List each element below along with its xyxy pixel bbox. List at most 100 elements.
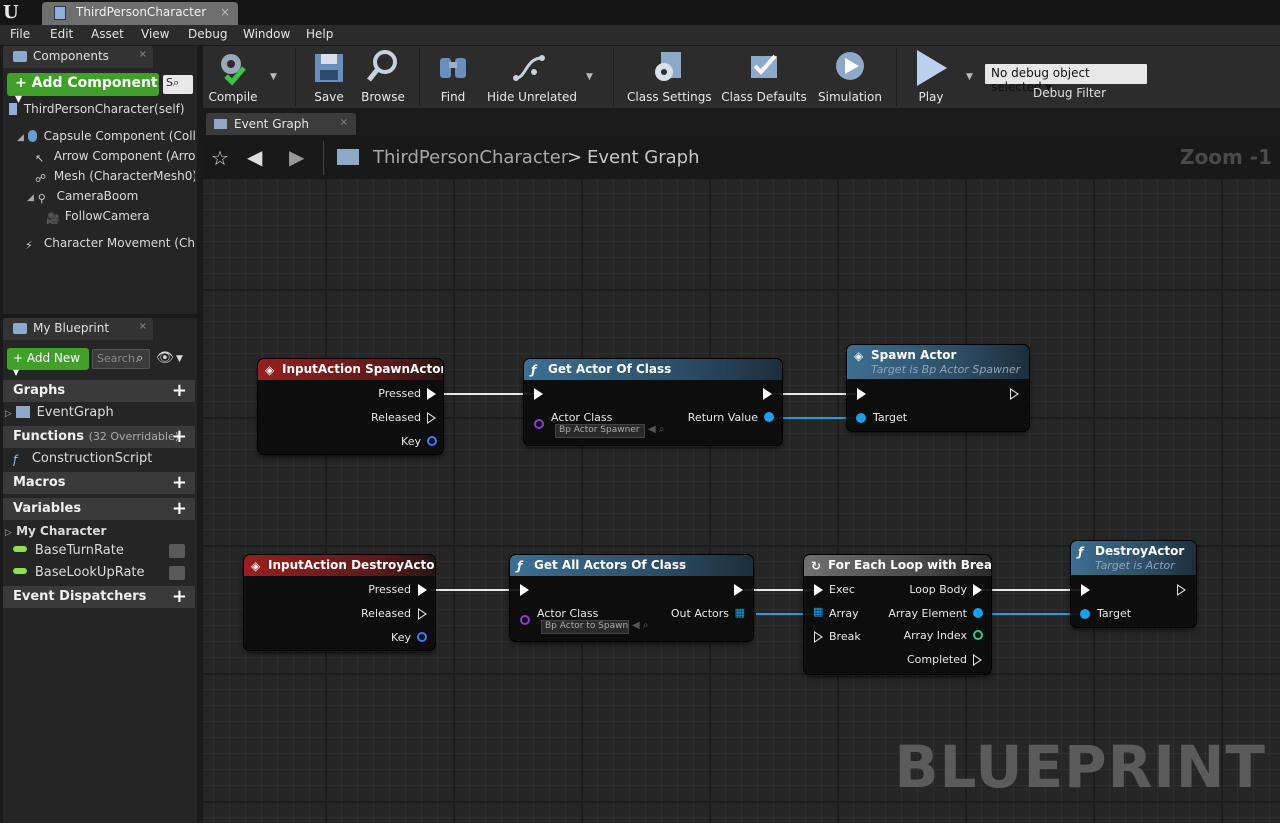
simulation-button[interactable]: Simulation (815, 48, 885, 104)
spawn-actor-node[interactable]: ◈ Spawn Actor Target is Bp Actor Spawner… (847, 345, 1029, 431)
expand-arrow-icon[interactable]: ◢ (17, 133, 24, 143)
exec-out-pin[interactable] (418, 608, 427, 620)
compile-options-icon[interactable]: ▼ (270, 72, 277, 82)
close-panel-icon[interactable]: × (139, 321, 147, 332)
exec-out-pin[interactable] (973, 584, 982, 596)
add-function-icon[interactable]: + (172, 426, 187, 447)
visibility-eye-icon[interactable] (169, 544, 185, 558)
components-search-button[interactable]: S⌕ (163, 75, 193, 94)
menu-file[interactable]: File (10, 27, 30, 41)
back-arrow-icon[interactable]: ◀ (247, 145, 262, 169)
class-in-pin[interactable] (520, 615, 530, 625)
exec-out-pin[interactable] (418, 584, 427, 596)
get-actor-of-class-node[interactable]: ƒ Get Actor Of Class Actor Class Bp Acto… (524, 359, 782, 445)
menu-asset[interactable]: Asset (91, 27, 124, 41)
input-action-destroy-node[interactable]: ◈ InputAction DestroyActors Pressed Rele… (244, 555, 435, 650)
unreal-logo-icon[interactable]: U (3, 2, 25, 23)
add-new-button[interactable]: + Add New ▾ (7, 348, 89, 379)
target-in-pin[interactable] (856, 413, 866, 423)
return-value-pin[interactable] (764, 412, 774, 422)
component-item[interactable]: ◢ Capsule Component (Collisi (17, 129, 195, 143)
functions-section[interactable]: Functions (32 Overridable) + (3, 426, 195, 448)
array-in-pin[interactable]: ▦ (813, 606, 823, 617)
forward-arrow-icon[interactable]: ▶ (289, 145, 304, 169)
menu-help[interactable]: Help (306, 27, 333, 41)
play-options-icon[interactable]: ▼ (966, 72, 973, 82)
variable-item[interactable]: BaseTurnRate (13, 543, 195, 558)
add-component-button[interactable]: + Add Component ▾ (7, 73, 159, 107)
add-graph-icon[interactable]: + (172, 380, 187, 401)
exec-in-pin[interactable] (814, 584, 823, 596)
save-button[interactable]: Save (307, 48, 351, 104)
close-tab-icon[interactable]: × (340, 117, 348, 128)
break-in-pin[interactable] (814, 631, 823, 643)
exec-out-pin[interactable] (973, 654, 982, 666)
exec-in-pin[interactable] (534, 388, 543, 400)
graph-canvas[interactable]: ☆ ◀ ▶ ThirdPersonCharacter > Event Graph… (203, 137, 1280, 823)
my-blueprint-tab[interactable]: My Blueprint × (3, 318, 153, 340)
breadcrumb-blueprint[interactable]: ThirdPersonCharacter (373, 147, 568, 168)
chevron-down-icon[interactable]: ▼ (176, 354, 183, 364)
key-out-pin[interactable] (417, 632, 427, 642)
use-selected-icon[interactable]: ◀ ⌕ (648, 424, 664, 435)
component-item[interactable]: ◢ ⚲ CameraBoom (27, 189, 195, 204)
class-select[interactable]: Bp Actor to Spawn (541, 620, 629, 634)
exec-out-pin[interactable] (427, 388, 436, 400)
get-all-actors-of-class-node[interactable]: ƒ Get All Actors Of Class Actor Class Bp… (510, 555, 753, 641)
for-each-loop-node[interactable]: ↻ For Each Loop with Break Exec ▦ Array … (804, 555, 991, 674)
array-out-pin[interactable]: ▦ (735, 607, 745, 618)
close-tab-icon[interactable]: × (220, 5, 230, 19)
eye-icon[interactable]: 👁 (156, 350, 174, 366)
event-graph-item[interactable]: ▷ EventGraph (5, 405, 195, 420)
macros-section[interactable]: Macros + (3, 472, 195, 494)
key-out-pin[interactable] (427, 436, 437, 446)
expand-arrow-icon[interactable]: ▷ (5, 409, 12, 419)
class-settings-button[interactable]: Class Settings (627, 48, 712, 104)
menu-edit[interactable]: Edit (50, 27, 73, 41)
destroy-actor-node[interactable]: ƒ DestroyActor Target is Actor Target (1071, 541, 1196, 627)
compile-button[interactable]: Compile (207, 48, 259, 104)
debug-object-select[interactable]: No debug object selected ▾ (985, 64, 1147, 94)
variables-section[interactable]: Variables + (3, 498, 195, 520)
search-icon[interactable]: ⌕ (136, 351, 143, 366)
my-character-category[interactable]: ▷ My Character (5, 524, 195, 538)
hide-unrelated-button[interactable]: Hide Unrelated (487, 48, 577, 104)
variable-item[interactable]: BaseLookUpRate (13, 565, 195, 580)
exec-in-pin[interactable] (857, 388, 866, 400)
exec-out-pin[interactable] (734, 584, 743, 596)
add-macro-icon[interactable]: + (172, 472, 187, 493)
favorite-star-icon[interactable]: ☆ (211, 146, 229, 170)
find-button[interactable]: Find (431, 48, 475, 104)
exec-in-pin[interactable] (520, 584, 529, 596)
event-graph-tab[interactable]: Event Graph × (206, 113, 356, 135)
components-tab[interactable]: Components × (3, 46, 153, 68)
close-panel-icon[interactable]: × (139, 49, 147, 60)
class-select[interactable]: Bp Actor Spawner (555, 424, 645, 438)
component-item[interactable]: ☍ Mesh (CharacterMesh0) ( (35, 169, 195, 184)
browse-button[interactable]: Browse (358, 48, 408, 104)
add-variable-icon[interactable]: + (172, 498, 187, 519)
menu-debug[interactable]: Debug (188, 27, 227, 41)
component-item[interactable]: 🎥 FollowCamera (46, 209, 195, 224)
exec-out-pin[interactable] (1177, 584, 1186, 596)
component-root[interactable]: ThirdPersonCharacter(self) (9, 102, 195, 116)
construction-script-item[interactable]: ƒ ConstructionScript (13, 451, 195, 466)
play-button[interactable]: Play (909, 48, 953, 104)
array-index-pin[interactable] (973, 630, 983, 640)
visibility-eye-icon[interactable] (169, 566, 185, 580)
document-tab[interactable]: ThirdPersonCharacter × (42, 2, 238, 25)
menu-view[interactable]: View (141, 27, 169, 41)
exec-out-pin[interactable] (427, 412, 436, 424)
target-in-pin[interactable] (1080, 609, 1090, 619)
input-action-spawn-node[interactable]: ◈ InputAction SpawnActors Pressed Releas… (258, 359, 443, 454)
exec-in-pin[interactable] (1081, 584, 1090, 596)
expand-arrow-icon[interactable]: ◢ (27, 193, 34, 203)
hide-unrelated-options-icon[interactable]: ▼ (586, 72, 593, 82)
add-event-dispatcher-icon[interactable]: + (172, 586, 187, 607)
expand-arrow-icon[interactable]: ▷ (5, 528, 12, 538)
exec-out-pin[interactable] (1010, 388, 1019, 400)
event-dispatchers-section[interactable]: Event Dispatchers + (3, 586, 195, 608)
exec-out-pin[interactable] (763, 388, 772, 400)
array-element-pin[interactable] (973, 608, 983, 618)
menu-window[interactable]: Window (243, 27, 290, 41)
